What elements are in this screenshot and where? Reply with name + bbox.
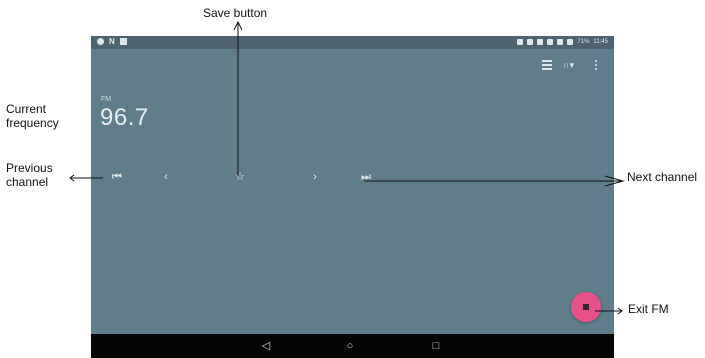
- next-channel-button[interactable]: ⏭︎: [358, 170, 374, 184]
- notification-icons: N: [97, 38, 127, 46]
- star-outline-icon: ☆: [235, 171, 245, 183]
- clock: 11:45: [593, 39, 608, 45]
- current-frequency: 96.7: [100, 104, 149, 131]
- previous-channel-annotation: Previous channel: [6, 161, 53, 189]
- recent-apps-icon[interactable]: □: [429, 339, 443, 353]
- save-button-annotation: Save button: [203, 6, 268, 20]
- exit-fm-annotation: Exit FM: [628, 302, 669, 316]
- previous-channel-button[interactable]: ⏮︎: [109, 170, 125, 184]
- fm-radio-screen: N 71% 11:45 ∩▾ FM 96.7 ⏮︎ ‹ ☆ › ⏭︎ ◁ ○ □: [91, 36, 614, 358]
- exit-leader-arrowhead: [617, 307, 623, 315]
- more-vertical-icon[interactable]: [594, 60, 598, 70]
- list-icon[interactable]: [542, 60, 552, 70]
- save-leader-arrowhead: [233, 20, 243, 31]
- wifi-status-icon: [547, 39, 554, 45]
- back-icon[interactable]: ◁: [259, 339, 273, 353]
- previous-leader-arrowhead: [69, 174, 75, 182]
- save-button[interactable]: ☆: [232, 170, 248, 184]
- skip-previous-icon: ⏮︎: [112, 171, 122, 183]
- sync-status-icon: [537, 39, 544, 45]
- battery-level: 71%: [577, 39, 590, 45]
- navigation-bar: ◁ ○ □: [91, 334, 614, 358]
- image-notification-icon: [119, 38, 127, 45]
- system-icons: 71% 11:45: [517, 38, 608, 46]
- signal-status-icon: [557, 39, 564, 45]
- next-channel-annotation: Next channel: [627, 170, 698, 184]
- bluetooth-status-icon: [527, 39, 534, 45]
- battery-icon: [567, 39, 574, 45]
- current-frequency-annotation: Current frequency: [6, 102, 59, 130]
- nfc-notification-icon: N: [109, 37, 115, 46]
- headset-icon[interactable]: ∩▾: [563, 60, 577, 70]
- home-icon[interactable]: ○: [343, 339, 357, 353]
- chevron-left-icon: ‹: [164, 171, 168, 183]
- status-bar: N 71% 11:45: [91, 36, 614, 49]
- skip-next-icon: ⏭︎: [361, 171, 371, 183]
- headset-status-icon: [517, 39, 524, 45]
- settings-notification-icon: [97, 38, 104, 45]
- stop-icon: [583, 304, 589, 310]
- exit-fm-button[interactable]: [571, 292, 601, 322]
- band-label: FM: [101, 96, 112, 103]
- chevron-right-icon: ›: [313, 171, 317, 183]
- tune-up-button[interactable]: ›: [307, 170, 323, 184]
- tune-down-button[interactable]: ‹: [158, 170, 174, 184]
